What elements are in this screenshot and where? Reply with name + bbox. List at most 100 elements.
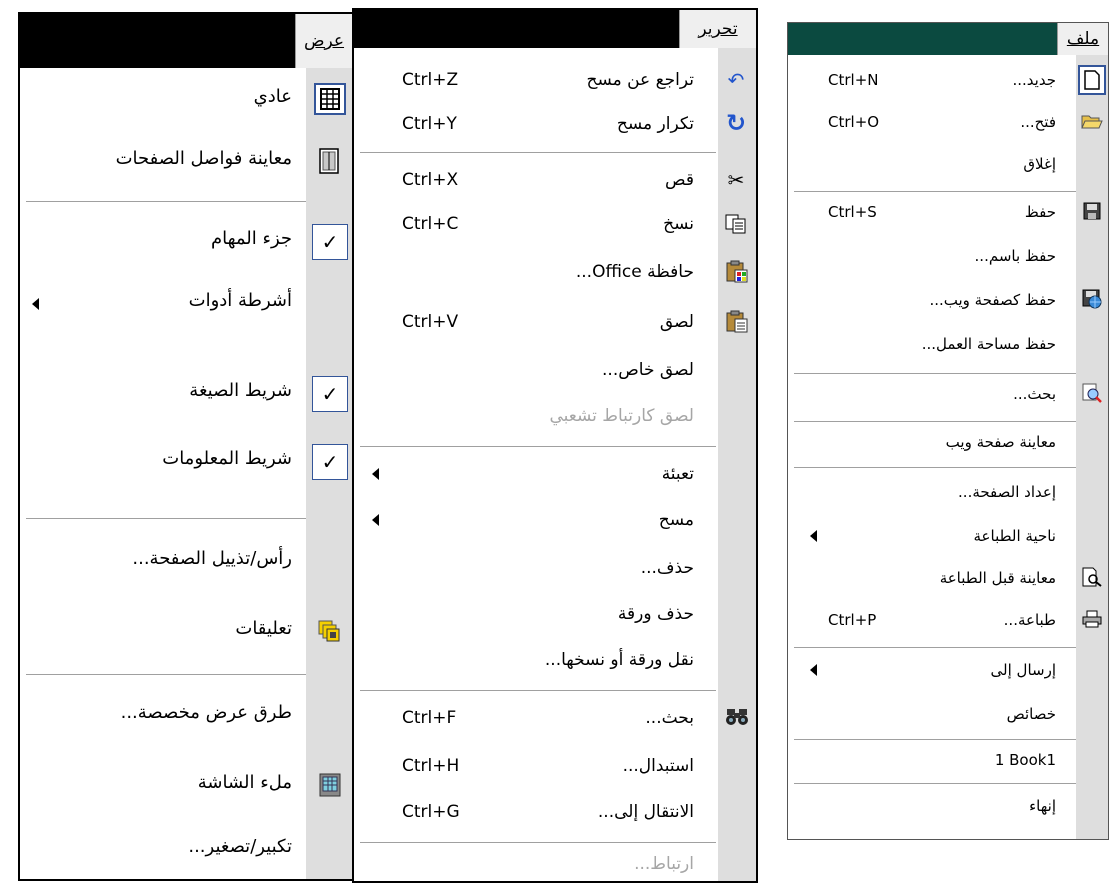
view-formula-bar[interactable]: ✓ شريط الصيغة (20, 364, 352, 424)
view-menu-list: عادي معاينة فواصل الصفحات ✓ جزء المهام أ… (20, 68, 352, 879)
file-exit[interactable]: إنهاء (788, 789, 1108, 823)
file-web-page-preview[interactable]: معاينة صفحة ويب (788, 425, 1108, 459)
file-search-icon (1080, 381, 1104, 405)
page-break-icon (316, 146, 342, 176)
item-label: تكبير/تصغير... (188, 836, 292, 857)
file-print-preview[interactable]: معاينة قبل الطباعة (788, 561, 1108, 595)
submenu-arrow-icon (372, 468, 379, 480)
submenu-arrow-icon (372, 514, 379, 526)
item-label: جزء المهام (210, 228, 292, 249)
item-label: ارتباط... (634, 854, 694, 874)
item-label: تعبئة (661, 464, 694, 484)
edit-move-copy-sheet[interactable]: نقل ورقة أو نسخها... (354, 642, 756, 680)
print-preview-icon (1080, 565, 1104, 589)
item-label: معاينة فواصل الصفحات (115, 148, 292, 169)
item-label: تراجع عن مسح (586, 70, 694, 90)
file-open[interactable]: فتح... Ctrl+O (788, 105, 1108, 139)
view-custom-views[interactable]: طرق عرض مخصصة... (20, 686, 352, 746)
item-shortcut: Ctrl+O (828, 113, 880, 131)
item-label: طرق عرض مخصصة... (120, 702, 292, 723)
file-save[interactable]: حفظ Ctrl+S (788, 195, 1108, 229)
view-header-footer[interactable]: رأس/تذييل الصفحة... (20, 532, 352, 592)
file-menu-title[interactable]: ملف (1057, 23, 1108, 55)
edit-copy[interactable]: نسخ Ctrl+C (354, 206, 756, 244)
file-save-as[interactable]: حفظ باسم... (788, 239, 1108, 273)
view-toolbars[interactable]: أشرطة أدوات (20, 274, 352, 334)
item-label: بحث... (645, 708, 694, 728)
separator (794, 647, 1076, 648)
item-label: حافظة Office... (575, 262, 694, 282)
view-full-screen[interactable]: ملء الشاشة (20, 756, 352, 816)
edit-cut[interactable]: ✂ قص Ctrl+X (354, 162, 756, 200)
edit-menu-title[interactable]: تحرير (679, 10, 756, 48)
item-label: حفظ كصفحة ويب... (929, 291, 1056, 309)
separator (794, 373, 1076, 374)
item-shortcut: Ctrl+Y (402, 114, 457, 134)
submenu-arrow-icon (32, 298, 39, 310)
view-comments[interactable]: تعليقات (20, 602, 352, 662)
redo-icon: ↻ (725, 109, 747, 137)
item-label: فتح... (1020, 113, 1056, 131)
edit-paste-special[interactable]: لصق خاص... (354, 352, 756, 390)
item-label: تعليقات (235, 618, 292, 639)
file-new[interactable]: جديد... Ctrl+N (788, 63, 1108, 97)
file-recent-book1[interactable]: 1 Book1 (788, 743, 1108, 777)
item-label: تكرار مسح (616, 114, 694, 134)
item-label: نقل ورقة أو نسخها... (544, 650, 694, 670)
open-folder-icon (1080, 109, 1104, 133)
view-menu-title[interactable]: عرض (295, 14, 352, 68)
separator (794, 467, 1076, 468)
separator (360, 152, 716, 153)
save-web-icon (1080, 287, 1104, 311)
edit-find[interactable]: بحث... Ctrl+F (354, 700, 756, 738)
item-label: لصق خاص... (602, 360, 694, 380)
item-label: أشرطة أدوات (188, 290, 292, 311)
item-label: لصق كارتباط تشعبي (549, 406, 694, 426)
file-send-to[interactable]: إرسال إلى (788, 653, 1108, 687)
edit-office-clipboard[interactable]: حافظة Office... (354, 254, 756, 292)
clipboard-icon (724, 258, 750, 286)
edit-links: ارتباط... (354, 846, 756, 884)
file-save-as-web[interactable]: حفظ كصفحة ويب... (788, 283, 1108, 317)
edit-redo[interactable]: ↻ تكرار مسح Ctrl+Y (354, 106, 756, 144)
edit-fill[interactable]: تعبئة (354, 456, 756, 494)
file-print[interactable]: طباعة... Ctrl+P (788, 603, 1108, 637)
edit-delete[interactable]: حذف... (354, 550, 756, 588)
file-close[interactable]: إغلاق (788, 147, 1108, 181)
edit-goto[interactable]: الانتقال إلى... Ctrl+G (354, 794, 756, 832)
item-label: بحث... (1013, 385, 1056, 403)
file-properties[interactable]: خصائص (788, 697, 1108, 731)
file-search[interactable]: بحث... (788, 377, 1108, 411)
item-label: قص (665, 170, 694, 190)
edit-paste[interactable]: لصق Ctrl+V (354, 304, 756, 342)
item-shortcut: Ctrl+G (402, 802, 460, 822)
item-shortcut: Ctrl+P (828, 611, 877, 629)
edit-delete-sheet[interactable]: حذف ورقة (354, 596, 756, 634)
file-print-area[interactable]: ناحية الطباعة (788, 519, 1108, 553)
undo-icon: ↶ (727, 68, 745, 92)
printer-icon (1080, 607, 1104, 631)
view-status-bar[interactable]: ✓ شريط المعلومات (20, 432, 352, 492)
view-page-break-preview[interactable]: معاينة فواصل الصفحات (20, 132, 352, 192)
file-save-workspace[interactable]: حفظ مساحة العمل... (788, 327, 1108, 361)
check-icon: ✓ (312, 444, 348, 480)
item-shortcut: Ctrl+X (402, 170, 459, 190)
check-icon: ✓ (312, 224, 348, 260)
file-page-setup[interactable]: إعداد الصفحة... (788, 475, 1108, 509)
view-task-pane[interactable]: ✓ جزء المهام (20, 212, 352, 272)
edit-undo[interactable]: ↶ تراجع عن مسح Ctrl+Z (354, 62, 756, 100)
edit-paste-as-hyperlink: لصق كارتباط تشعبي (354, 398, 756, 436)
item-label: معاينة قبل الطباعة (939, 569, 1056, 587)
view-menu-panel: عرض عادي معاينة فواصل الصفحات ✓ جزء المه… (18, 12, 354, 881)
edit-clear[interactable]: مسح (354, 502, 756, 540)
separator (794, 783, 1076, 784)
view-zoom[interactable]: تكبير/تصغير... (20, 820, 352, 880)
item-label: حذف... (640, 558, 694, 578)
edit-replace[interactable]: استبدال... Ctrl+H (354, 748, 756, 786)
separator (794, 739, 1076, 740)
binoculars-icon (724, 704, 750, 730)
normal-view-icon (314, 83, 346, 115)
view-normal[interactable]: عادي (20, 70, 352, 130)
item-shortcut: Ctrl+F (402, 708, 457, 728)
item-shortcut: Ctrl+N (828, 71, 879, 89)
